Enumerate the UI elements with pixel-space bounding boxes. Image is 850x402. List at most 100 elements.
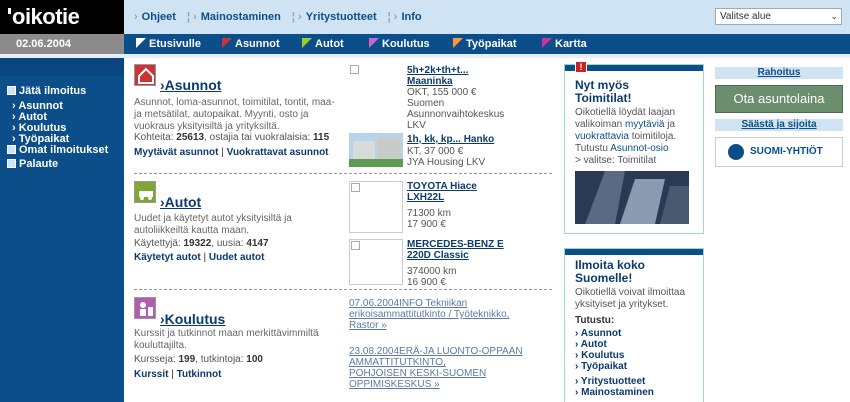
top-nav-yritystuotteet[interactable]: Yritystuotteet: [306, 11, 377, 23]
listing-title[interactable]: 5h+2k+th+t...: [407, 65, 468, 76]
listing-info: JYA Housing LKV: [407, 157, 486, 168]
top-nav-mainostaminen[interactable]: Mainostaminen: [201, 11, 281, 23]
kurssit-link[interactable]: Kurssit: [134, 369, 168, 380]
region-select[interactable]: Valitse alue ⌄: [715, 8, 842, 25]
oikotie-logo[interactable]: oikotie: [0, 0, 124, 34]
left-sidebar: Jätä ilmoitus › Asunnot › Autot › Koulut…: [0, 58, 124, 402]
main-nav-kartta[interactable]: Kartta: [542, 34, 587, 54]
sidebar-item-jata-ilmoitus[interactable]: Jätä ilmoitus: [7, 85, 86, 97]
toimitilat-text: Oikotiellä löydät laajan valikoiman myyt…: [575, 107, 677, 142]
broken-image-icon: [351, 183, 360, 192]
listing-image[interactable]: [349, 133, 403, 167]
sidebar-top-strip: [0, 58, 124, 76]
flag-icon: [453, 38, 463, 48]
listing-info: 16 900 €: [407, 277, 446, 288]
sidebar-item-palaute[interactable]: Palaute: [7, 158, 58, 170]
listing-image[interactable]: [349, 64, 403, 76]
autot-links: Käytetyt autot | Uudet autot: [134, 252, 265, 263]
main-navigation: Etusivulle Asunnot Autot Koulutus Työpai…: [124, 34, 850, 54]
vuokrattavat-asunnot-link[interactable]: Vuokrattavat asunnot: [227, 147, 329, 158]
top-nav-info[interactable]: Info: [401, 11, 421, 23]
listing-info: KT, 37 000 €: [407, 146, 464, 157]
tutkinnot-link[interactable]: Tutkinnot: [177, 369, 222, 380]
listing-title[interactable]: Maaninka: [407, 76, 453, 87]
news-item[interactable]: 23.08.2004ERÄ-JA LUONTO-OPPAAN AMMATTITUT…: [349, 346, 554, 390]
rahoitus-link[interactable]: Rahoitus: [715, 67, 843, 79]
myytavat-asunnot-link[interactable]: Myytävät asunnot: [134, 147, 218, 158]
date-display: 02.06.2004: [0, 34, 124, 54]
main-nav-autot[interactable]: Autot: [302, 34, 344, 54]
uudet-autot-link[interactable]: Uudet autot: [209, 252, 265, 263]
listing-info: Asunnonvaihtokeskus: [407, 109, 505, 120]
section-divider: [134, 173, 552, 174]
koulutus-description: Kurssit ja tutkinnot maan merkittävimmil…: [134, 328, 319, 351]
asunnot-osio-link[interactable]: Asunnot-osio: [610, 143, 668, 154]
yritystuotteet-link[interactable]: › Yritystuotteet: [575, 376, 654, 387]
koulutus-links: Kurssit | Tutkinnot: [134, 369, 222, 380]
office-building-image[interactable]: [575, 171, 689, 224]
myytavia-link[interactable]: myytäviä: [625, 119, 664, 130]
main-nav-tyopaikat[interactable]: Työpaikat: [453, 34, 517, 54]
listing-info: Suomen: [407, 98, 445, 109]
section-divider: [134, 289, 552, 290]
listing-image[interactable]: [349, 181, 403, 233]
ilmoita-autot-link[interactable]: › Autot: [575, 339, 627, 350]
koulutus-stats: Kursseja: 199, tutkintoja: 100: [134, 354, 263, 365]
asuntolaina-banner[interactable]: Ota asuntolaina: [715, 85, 843, 113]
listing-title[interactable]: TOYOTA Hiace: [407, 181, 477, 192]
toimitilat-text: Tutustu Asunnot-osio > valitse: Toimitil…: [575, 143, 669, 166]
box-header-bar: [565, 249, 703, 255]
ilmoita-text: Oikotiellä voivat ilmoittaa yksityiset ja…: [575, 287, 686, 310]
flag-icon: [542, 38, 552, 48]
chevron-down-icon: ⌄: [830, 11, 838, 21]
autot-title[interactable]: ›Autot: [160, 194, 201, 210]
ilmoita-list-2: › Yritystuotteet › Mainostaminen: [575, 376, 654, 398]
listing-title[interactable]: 220D Classic: [407, 250, 469, 261]
koulutus-title[interactable]: ›Koulutus: [160, 311, 225, 327]
listing-title[interactable]: LXH22L: [407, 192, 444, 203]
top-navigation: › Ohjeet ¦ › Mainostaminen ¦ › Yritystuotte…: [134, 11, 422, 23]
ilmoita-heading: Ilmoita koko Suomelle!: [575, 258, 646, 285]
listing-title[interactable]: 1h, kk, kp... Hanko: [407, 134, 494, 145]
sidebar-item-omat-ilmoitukset[interactable]: Omat ilmoitukset: [7, 144, 108, 156]
news-item[interactable]: 07.06.2004INFO Tekniikan erikoisammattitu…: [349, 298, 554, 331]
tutustu-label: Tutustu:: [575, 315, 615, 326]
alert-icon: !: [575, 61, 587, 73]
suomi-yhtiot-banner[interactable]: SUOMI-YHTIÖT: [715, 137, 843, 167]
listing-image[interactable]: [349, 239, 403, 285]
suomi-logo-icon: [728, 144, 744, 160]
listing-info: OKT, 155 000 €: [407, 87, 477, 98]
asunnot-description: Asunnot, loma-asunnot, toimitilat, tonti…: [134, 97, 335, 132]
flag-icon: [369, 38, 379, 48]
asunnot-stats: Kohteita: 25613, ostajia tai vuokralaisi…: [134, 132, 330, 143]
ilmoita-tyopaikat-link[interactable]: › Työpaikat: [575, 361, 627, 372]
asunnot-title[interactable]: ›Asunnot: [160, 77, 221, 93]
flag-icon: [302, 38, 312, 48]
broken-image-icon: [350, 65, 359, 74]
ilmoita-asunnot-link[interactable]: › Asunnot: [575, 328, 627, 339]
listing-info: LKV: [407, 120, 426, 131]
listing-info: 71300 km: [407, 208, 451, 219]
car-icon: [134, 181, 156, 203]
listing-info: 17 900 €: [407, 219, 446, 230]
square-icon: [7, 159, 16, 168]
kaytetyt-autot-link[interactable]: Käytetyt autot: [134, 252, 201, 263]
house-icon: [134, 64, 156, 86]
mainostaminen-link[interactable]: › Mainostaminen: [575, 387, 654, 398]
top-nav-ohjeet[interactable]: Ohjeet: [142, 11, 176, 23]
listing-info: 374000 km: [407, 266, 457, 277]
main-nav-etusivulle[interactable]: Etusivulle: [136, 34, 201, 54]
main-nav-koulutus[interactable]: Koulutus: [369, 34, 430, 54]
listing-title[interactable]: MERCEDES-BENZ E: [407, 239, 504, 250]
saasta-link[interactable]: Säästä ja sijoita: [715, 119, 843, 131]
main-nav-asunnot[interactable]: Asunnot: [222, 34, 280, 54]
top-bar: oikotie › Ohjeet ¦ › Mainostaminen ¦ › Yrit…: [0, 0, 850, 34]
nav-divider: [0, 54, 850, 58]
autot-description: Uudet ja käytetyt autot yksityisiltä ja …: [134, 213, 292, 236]
school-icon: [134, 297, 156, 319]
broken-image-icon: [351, 241, 360, 250]
flag-icon: [222, 38, 232, 48]
ilmoita-list: › Asunnot › Autot › Koulutus › Työpaikat: [575, 328, 627, 372]
ilmoita-koulutus-link[interactable]: › Koulutus: [575, 350, 627, 361]
vuokrattavia-link[interactable]: vuokrattavia: [575, 131, 629, 142]
